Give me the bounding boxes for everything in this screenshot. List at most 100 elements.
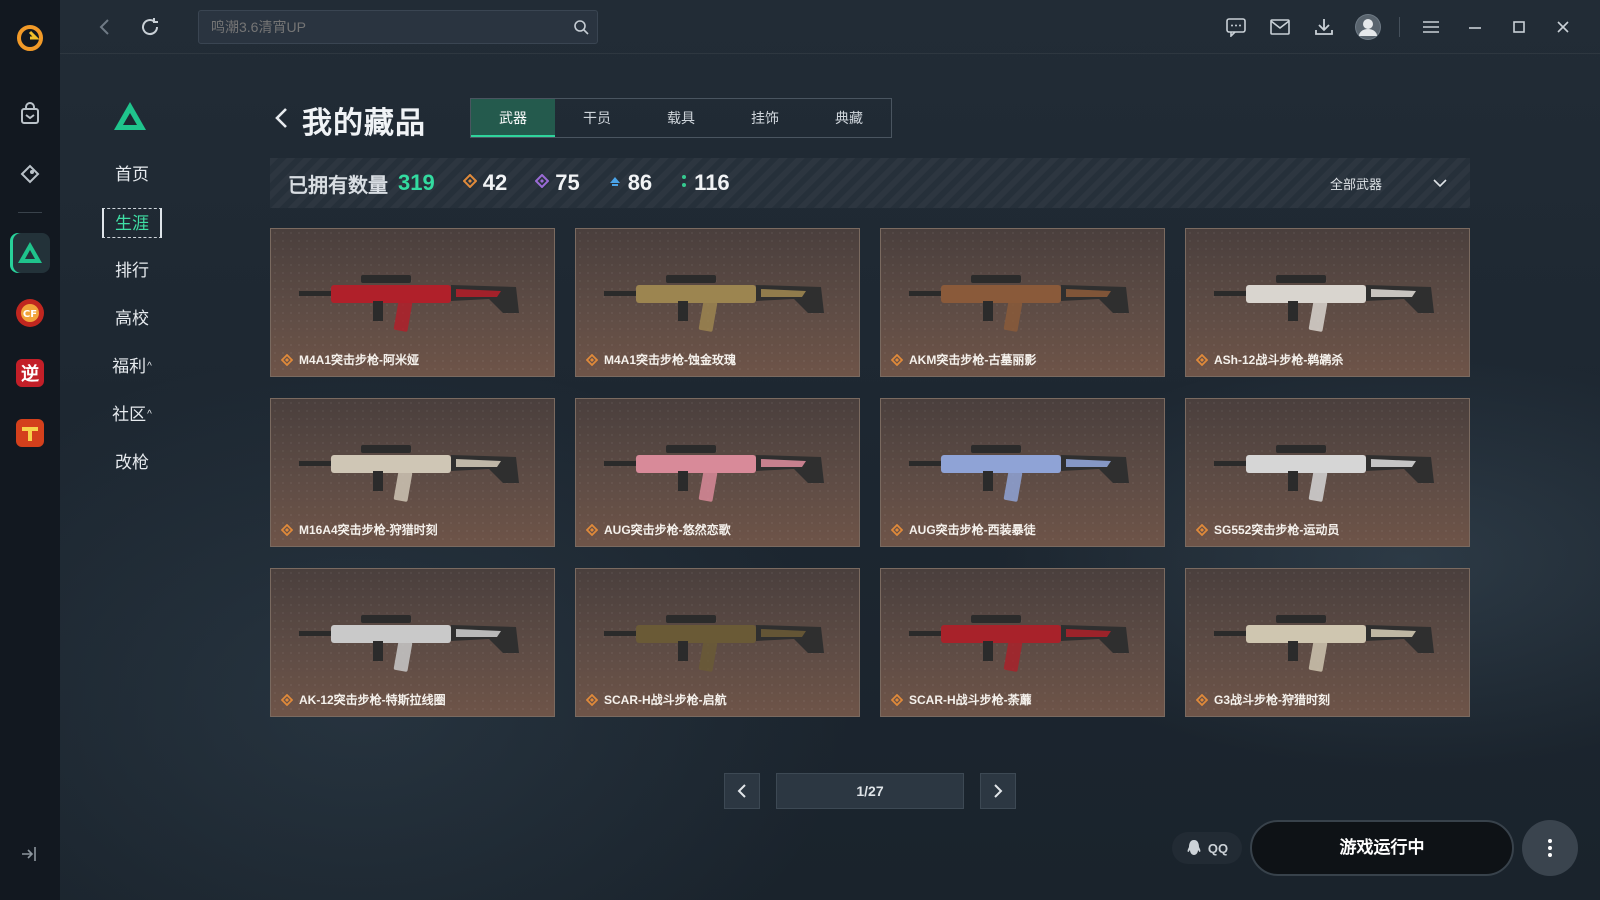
tab-weapons[interactable]: 武器: [471, 99, 555, 137]
game-tag-icon[interactable]: [10, 154, 50, 194]
chat-icon[interactable]: [1223, 14, 1249, 40]
chevron-right-icon: [994, 784, 1003, 798]
back-arrow-icon[interactable]: [96, 16, 114, 43]
orange-count: 42: [482, 170, 508, 195]
weapon-card[interactable]: AKM突击步枪-古墓丽影: [880, 228, 1165, 377]
search-box: [198, 10, 598, 44]
tab-operators[interactable]: 干员: [555, 99, 639, 137]
tab-charms[interactable]: 挂饰: [723, 99, 807, 137]
weapon-name: SCAR-H战斗步枪-荼蘼: [891, 691, 1032, 708]
weapon-filter-dropdown[interactable]: 全部武器: [1330, 158, 1448, 208]
qq-button[interactable]: QQ: [1172, 832, 1242, 864]
nav-item-ranking[interactable]: 排行: [102, 256, 162, 286]
weapon-name-text: AUG突击步枪-悠然恋歌: [604, 523, 731, 537]
orange-rarity-icon: [891, 523, 903, 536]
weapon-card[interactable]: SG552突击步枪-运动员: [1185, 398, 1470, 547]
stat-orange: 42: [462, 170, 508, 196]
weapon-name: ASh-12战斗步枪-鹈鹕杀: [1196, 351, 1343, 368]
qq-label: QQ: [1207, 840, 1229, 856]
weapon-name: SCAR-H战斗步枪-启航: [586, 691, 727, 708]
app-logo-icon[interactable]: [10, 18, 50, 58]
user-avatar[interactable]: [1355, 14, 1381, 40]
weapon-card[interactable]: AK-12突击步枪-特斯拉线圈: [270, 568, 555, 717]
nav-item-benefits[interactable]: 福利^: [102, 352, 162, 382]
nav-item-label: 福利: [112, 357, 147, 376]
weapon-card[interactable]: G3战斗步枪-狩猎时刻: [1185, 568, 1470, 717]
stat-blue: 86: [608, 170, 652, 196]
pagination: 1/27: [724, 773, 1016, 809]
shop-bag-icon[interactable]: [10, 94, 50, 134]
weapon-card[interactable]: M16A4突击步枪-狩猎时刻: [270, 398, 555, 547]
crossfire-game-icon[interactable]: CF: [10, 293, 50, 333]
download-icon[interactable]: [1311, 14, 1337, 40]
nav-item-label: 社区: [112, 405, 147, 424]
refresh-icon[interactable]: [138, 15, 162, 44]
weapon-image: [1214, 275, 1434, 332]
menu-icon[interactable]: [1418, 14, 1444, 40]
orange-rarity-icon: [586, 353, 598, 366]
purple-count: 75: [555, 170, 580, 195]
weapon-name-text: AKM突击步枪-古墓丽影: [909, 353, 1037, 367]
search-input[interactable]: [199, 11, 539, 43]
orange-rarity-icon: [281, 353, 293, 366]
orange-rarity-icon: [586, 693, 598, 706]
category-tabs: 武器 干员 载具 挂饰 典藏: [470, 98, 892, 138]
nav-item-label: 排行: [115, 261, 149, 280]
owned-count: 319: [398, 170, 435, 195]
nav-item-home[interactable]: 首页: [102, 160, 162, 190]
tab-vehicles[interactable]: 载具: [639, 99, 723, 137]
chevron-down-icon: [1432, 176, 1448, 191]
weapon-card[interactable]: SCAR-H战斗步枪-启航: [575, 568, 860, 717]
weapon-name-text: M4A1突击步枪-阿米娅: [299, 353, 420, 367]
weapon-name-text: M16A4突击步枪-狩猎时刻: [299, 523, 438, 537]
weapon-card[interactable]: M4A1突击步枪-阿米娅: [270, 228, 555, 377]
mail-icon[interactable]: [1267, 14, 1293, 40]
weapon-card[interactable]: SCAR-H战斗步枪-荼蘼: [880, 568, 1165, 717]
maximize-icon[interactable]: [1506, 14, 1532, 40]
weapon-card[interactable]: M4A1突击步枪-蚀金玫瑰: [575, 228, 860, 377]
next-page-button[interactable]: [980, 773, 1016, 809]
weapon-name-text: SCAR-H战斗步枪-荼蘼: [909, 693, 1032, 707]
stat-purple: 75: [534, 170, 580, 196]
orange-rarity-icon: [891, 353, 903, 366]
weapon-card[interactable]: AUG突击步枪-悠然恋歌: [575, 398, 860, 547]
caret-up-icon: ^: [147, 361, 152, 372]
more-options-button[interactable]: [1522, 820, 1578, 876]
stats-bar: 已拥有数量 319 42 75 86 116 全部武器: [270, 158, 1470, 208]
weapon-image: [909, 275, 1129, 332]
search-icon[interactable]: [573, 19, 589, 40]
weapon-image: [604, 445, 824, 502]
nishuihan-game-icon[interactable]: 逆: [10, 353, 50, 393]
weapon-name-text: SG552突击步枪-运动员: [1214, 523, 1340, 537]
game-running-button[interactable]: 游戏运行中: [1250, 820, 1514, 876]
weapon-name: AK-12突击步枪-特斯拉线圈: [281, 691, 446, 708]
weapon-name: M4A1突击步枪-蚀金玫瑰: [586, 351, 736, 368]
delta-force-logo-icon: [112, 100, 148, 137]
orange-rarity-icon: [1196, 353, 1208, 366]
delta-force-game-icon[interactable]: [10, 233, 50, 273]
nav-item-campus[interactable]: 高校: [102, 304, 162, 334]
collapse-sidebar-icon[interactable]: [18, 843, 40, 870]
weapon-name-text: G3战斗步枪-狩猎时刻: [1214, 693, 1331, 707]
orange-rarity-icon: [586, 523, 598, 536]
blue-count: 86: [627, 170, 653, 195]
blue-rarity-icon: [608, 174, 622, 193]
weapon-name-text: AUG突击步枪-西装暴徒: [909, 523, 1036, 537]
chevron-left-icon: [737, 784, 746, 798]
tianya-game-icon[interactable]: [10, 413, 50, 453]
nav-item-gunsmith[interactable]: 改枪: [102, 448, 162, 478]
weapon-image: [909, 615, 1129, 672]
weapon-image: [1214, 615, 1434, 672]
minimize-icon[interactable]: [1462, 14, 1488, 40]
tab-collection[interactable]: 典藏: [807, 99, 891, 137]
weapon-card[interactable]: AUG突击步枪-西装暴徒: [880, 398, 1165, 547]
nav-item-career[interactable]: 生涯: [102, 208, 162, 238]
prev-page-button[interactable]: [724, 773, 760, 809]
close-icon[interactable]: [1550, 14, 1576, 40]
nav-item-community[interactable]: 社区^: [102, 400, 162, 430]
back-chevron-icon[interactable]: [272, 104, 292, 137]
weapon-name-text: AK-12突击步枪-特斯拉线圈: [299, 693, 446, 707]
weapon-card[interactable]: ASh-12战斗步枪-鹈鹕杀: [1185, 228, 1470, 377]
section-nav: 首页 生涯 排行 高校 福利^ 社区^ 改枪: [102, 160, 162, 496]
svg-text:CF: CF: [23, 309, 37, 320]
